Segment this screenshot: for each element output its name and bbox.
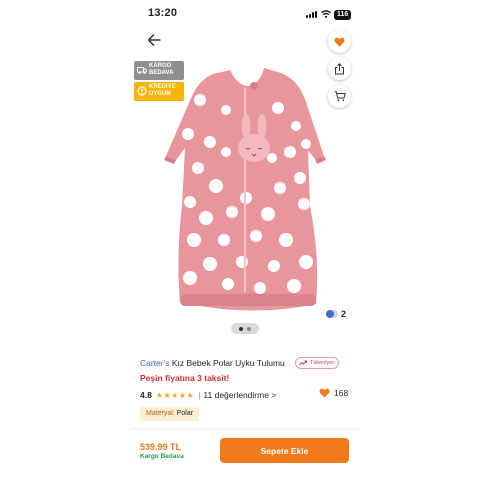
selling-fast-badge: Tükeniyor	[295, 357, 340, 369]
selling-fast-label: Tükeniyor	[310, 360, 335, 366]
credit-eligible-badge: KREDİYE UYGUN	[134, 82, 184, 101]
product-title: Carter's Kız Bebek Polar Uyku Tulumu	[140, 358, 285, 368]
rating-separator: |	[198, 390, 201, 400]
truck-icon	[137, 67, 147, 74]
wifi-icon	[321, 10, 331, 18]
rating-row[interactable]: 4.8 ★★★★★ | 11 değerlendirme >	[140, 390, 276, 400]
status-bar: 13:20 116	[130, 0, 360, 26]
shipping-info: Kargo Bedava	[140, 453, 184, 460]
installment-promo[interactable]: Peşin fiyatına 3 taksit!	[140, 373, 229, 383]
color-swatches	[326, 309, 338, 319]
status-time: 13:20	[148, 7, 178, 19]
rating-score: 4.8	[140, 390, 152, 400]
color-swatch-front	[326, 309, 334, 318]
cart-shortcut-button[interactable]	[328, 85, 351, 108]
credit-icon	[137, 86, 147, 96]
heart-icon	[334, 37, 345, 47]
share-button[interactable]	[328, 57, 351, 80]
back-arrow-icon[interactable]	[146, 32, 162, 48]
trend-icon	[299, 360, 307, 366]
favorites-count[interactable]: 168	[319, 388, 348, 398]
add-to-cart-button[interactable]: Sepete Ekle	[220, 438, 349, 463]
footer-divider	[130, 428, 360, 429]
free-shipping-badge: KARGO BEDAVA	[134, 61, 184, 80]
favorite-button[interactable]	[328, 30, 351, 53]
battery-indicator: 116	[334, 10, 352, 20]
color-count: 2	[341, 309, 347, 319]
heart-filled-icon	[319, 388, 330, 398]
free-shipping-label: KARGO BEDAVA	[149, 63, 174, 76]
share-icon	[335, 62, 344, 74]
image-pager[interactable]	[231, 323, 259, 334]
price: 539.99 TL	[140, 442, 182, 452]
credit-eligible-label: KREDİYE UYGUN	[149, 84, 176, 97]
favorites-number: 168	[334, 388, 349, 398]
material-label: Materyal:	[146, 410, 175, 417]
pager-dot-2[interactable]	[247, 326, 251, 331]
product-brand[interactable]: Carter's	[140, 358, 170, 368]
product-name: Kız Bebek Polar Uyku Tulumu	[169, 358, 285, 368]
rating-stars: ★★★★★	[155, 390, 195, 400]
material-chip: Materyal: Polar	[140, 407, 200, 421]
pager-dot-1[interactable]	[239, 326, 243, 331]
product-page: 13:20 116 KARGO BEDAVA KREDİYE UYGUN 2 C…	[130, 0, 360, 490]
material-value: Polar	[176, 410, 194, 417]
reviews-link[interactable]: 11 değerlendirme >	[203, 390, 276, 400]
color-variants[interactable]: 2	[322, 306, 350, 322]
cart-icon	[334, 91, 346, 102]
signal-icon	[306, 11, 318, 18]
